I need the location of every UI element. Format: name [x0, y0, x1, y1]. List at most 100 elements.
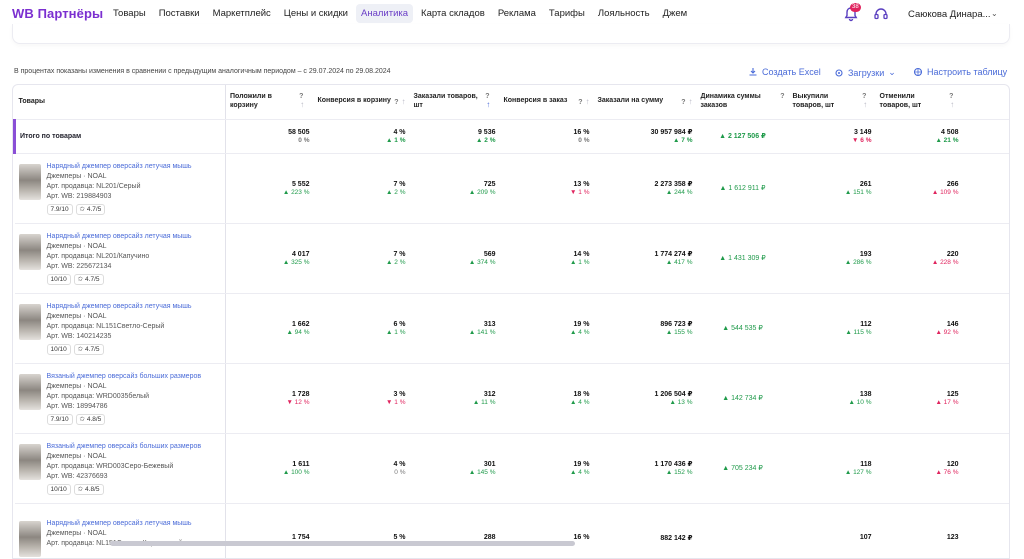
header-conv-order[interactable]: Конверсия в заказ? ↑: [499, 85, 594, 120]
cell-conv-cart: 4 % 0 %: [313, 433, 410, 504]
table-row[interactable]: Вязаный джемпер оверсайз больших размеро…: [14, 363, 1009, 434]
table-row[interactable]: Нарядный джемпер оверсайз летучая мышь Д…: [14, 223, 1009, 294]
nav-item-jam[interactable]: Джем: [658, 4, 693, 23]
table-row[interactable]: Нарядный джемпер оверсайз летучая мышь Д…: [14, 503, 1009, 558]
product-brand: Джемперы · NOAL: [46, 452, 107, 460]
app-logo[interactable]: WB Партнёры: [12, 6, 103, 21]
header-conv-cart[interactable]: Конверсия в корзину? ↑: [313, 85, 410, 120]
value: 220: [946, 250, 959, 258]
nav-item-warehouse-map[interactable]: Карта складов: [416, 4, 490, 23]
nav-item-analytics[interactable]: Аналитика: [356, 4, 414, 23]
table-row[interactable]: Вязаный джемпер оверсайз больших размеро…: [14, 433, 1009, 504]
user-menu[interactable]: Саюкова Динара...: [908, 9, 991, 20]
delta: 0 %: [394, 468, 406, 476]
sort-icon[interactable]: ↑: [402, 97, 406, 106]
help-icon[interactable]: ?: [299, 93, 303, 100]
filter-panel: [12, 24, 1010, 44]
table-row[interactable]: Нарядный джемпер оверсайз летучая мышь Д…: [14, 153, 1009, 224]
downloads-button[interactable]: Загрузки ⌄: [834, 67, 896, 78]
help-icon[interactable]: ?: [681, 99, 685, 106]
header-ordered[interactable]: Заказали товаров, шт ?↑: [409, 85, 500, 120]
seller-article: Арт. продавца: NL201/Капучино: [46, 252, 150, 260]
delta: ▲ 244 %: [665, 189, 693, 196]
help-icon[interactable]: ?: [949, 93, 953, 100]
header-sum[interactable]: Заказали на сумму? ↑: [593, 85, 697, 120]
product-name-link[interactable]: Нарядный джемпер оверсайз летучая мышь: [47, 162, 192, 172]
nav-item-loyalty[interactable]: Лояльность: [593, 4, 655, 23]
horizontal-scrollbar[interactable]: [110, 541, 575, 546]
header-canceled[interactable]: Отменили товаров, шт ?↑: [875, 85, 963, 120]
cell-sum: 1 774 274 ₽ ▲ 417 %: [593, 223, 697, 294]
nav-item-prices[interactable]: Цены и скидки: [279, 4, 353, 23]
delta: 0 %: [578, 136, 590, 144]
help-icon[interactable]: ?: [578, 99, 582, 106]
rating-badge: ✩ 4.7/5: [75, 203, 106, 215]
delta: ▲ 1 %: [570, 258, 590, 266]
create-excel-button[interactable]: Создать Excel: [748, 67, 821, 77]
product-thumbnail[interactable]: [18, 303, 41, 340]
cell-conv-cart: 5 %: [313, 503, 410, 558]
value: 4 %: [393, 460, 406, 468]
value: 13 %: [573, 180, 590, 188]
nav-item-supplies[interactable]: Поставки: [154, 4, 205, 23]
value: 261: [859, 180, 872, 188]
product-thumbnail[interactable]: [18, 233, 41, 270]
nav-item-marketplace[interactable]: Маркетплейс: [208, 4, 276, 23]
product-thumbnail[interactable]: [18, 163, 41, 200]
value: 313: [483, 320, 496, 328]
chevron-down-icon[interactable]: ⌄: [991, 9, 998, 18]
product-name-link[interactable]: Нарядный джемпер оверсайз летучая мышь: [47, 302, 192, 312]
sort-icon[interactable]: ↑: [950, 100, 954, 109]
value: 1 662: [291, 320, 310, 328]
help-icon[interactable]: ?: [394, 99, 398, 106]
nav-item-ads[interactable]: Реклама: [493, 4, 541, 23]
product-brand: Джемперы · NOAL: [46, 172, 107, 180]
cell-canceled: 120 ▲ 76 %: [875, 433, 963, 504]
product-thumbnail[interactable]: [18, 521, 41, 557]
header-label: Выкупили товаров, шт: [792, 93, 835, 109]
sort-icon[interactable]: ↑: [300, 100, 304, 109]
delta: ▲ 325 %: [282, 258, 310, 266]
product-cell: Нарядный джемпер оверсайз летучая мышь Д…: [14, 223, 226, 294]
help-icon[interactable]: ?: [485, 93, 489, 100]
cell-conv-cart: 7 % ▲ 2 %: [313, 153, 410, 224]
product-name-link[interactable]: Вязаный джемпер оверсайз больших размеро…: [47, 442, 202, 452]
delta: ▲ 151 %: [844, 188, 872, 196]
cell-dynamics: ▲ 705 234 ₽: [696, 433, 789, 504]
cell-conv-cart: 3 % ▼ 1 %: [313, 363, 410, 434]
seller-article: Арт. продавца: WRD0035белый: [46, 392, 150, 400]
analytics-table: Товары Положили в корзину ?↑ Конверсия в …: [12, 84, 1010, 559]
headset-icon[interactable]: [873, 6, 889, 22]
cell-ordered: 288: [409, 503, 500, 558]
value: 4 017: [291, 250, 310, 258]
configure-table-button[interactable]: Настроить таблицу: [913, 67, 1007, 77]
delta: ▲ 2 %: [386, 188, 406, 196]
product-name-link[interactable]: Нарядный джемпер оверсайз летучая мышь: [47, 232, 192, 242]
product-name-link[interactable]: Вязаный джемпер оверсайз больших размеро…: [47, 372, 202, 382]
product-thumbnail[interactable]: [18, 443, 41, 480]
sort-active-icon[interactable]: ↑: [486, 100, 490, 109]
product-thumbnail[interactable]: [18, 373, 41, 410]
sort-icon[interactable]: ↑: [863, 100, 867, 109]
table-row[interactable]: Нарядный джемпер оверсайз летучая мышь Д…: [14, 293, 1009, 364]
cell-conv-cart: 4 % ▲ 1 %: [313, 119, 410, 154]
value: 1 754: [291, 534, 310, 541]
nav-item-products[interactable]: Товары: [108, 4, 151, 23]
product-name-link[interactable]: Нарядный джемпер оверсайз летучая мышь: [47, 519, 192, 529]
value: 266: [946, 180, 959, 188]
create-excel-label: Создать Excel: [762, 67, 821, 77]
header-label: Положили в корзину: [230, 93, 272, 109]
header-bought[interactable]: Выкупили товаров, шт ?↑: [788, 85, 876, 120]
cell-dynamics: ▲ 1 431 309 ₽: [696, 223, 789, 294]
help-icon[interactable]: ?: [862, 93, 866, 100]
header-cart[interactable]: Положили в корзину ?↑: [225, 85, 314, 120]
delta: ▲ 155 %: [665, 329, 693, 336]
sort-icon[interactable]: ↑: [689, 97, 693, 106]
help-icon[interactable]: ?: [780, 93, 784, 100]
sort-icon[interactable]: ↑: [586, 97, 590, 106]
nav-item-tariffs[interactable]: Тарифы: [544, 4, 590, 23]
product-cell: Нарядный джемпер оверсайз летучая мышь Д…: [14, 153, 226, 224]
delta: ▲ 141 %: [468, 328, 496, 336]
cell-bought: 112 ▲ 115 %: [788, 293, 876, 364]
value: 1 611: [292, 460, 310, 468]
